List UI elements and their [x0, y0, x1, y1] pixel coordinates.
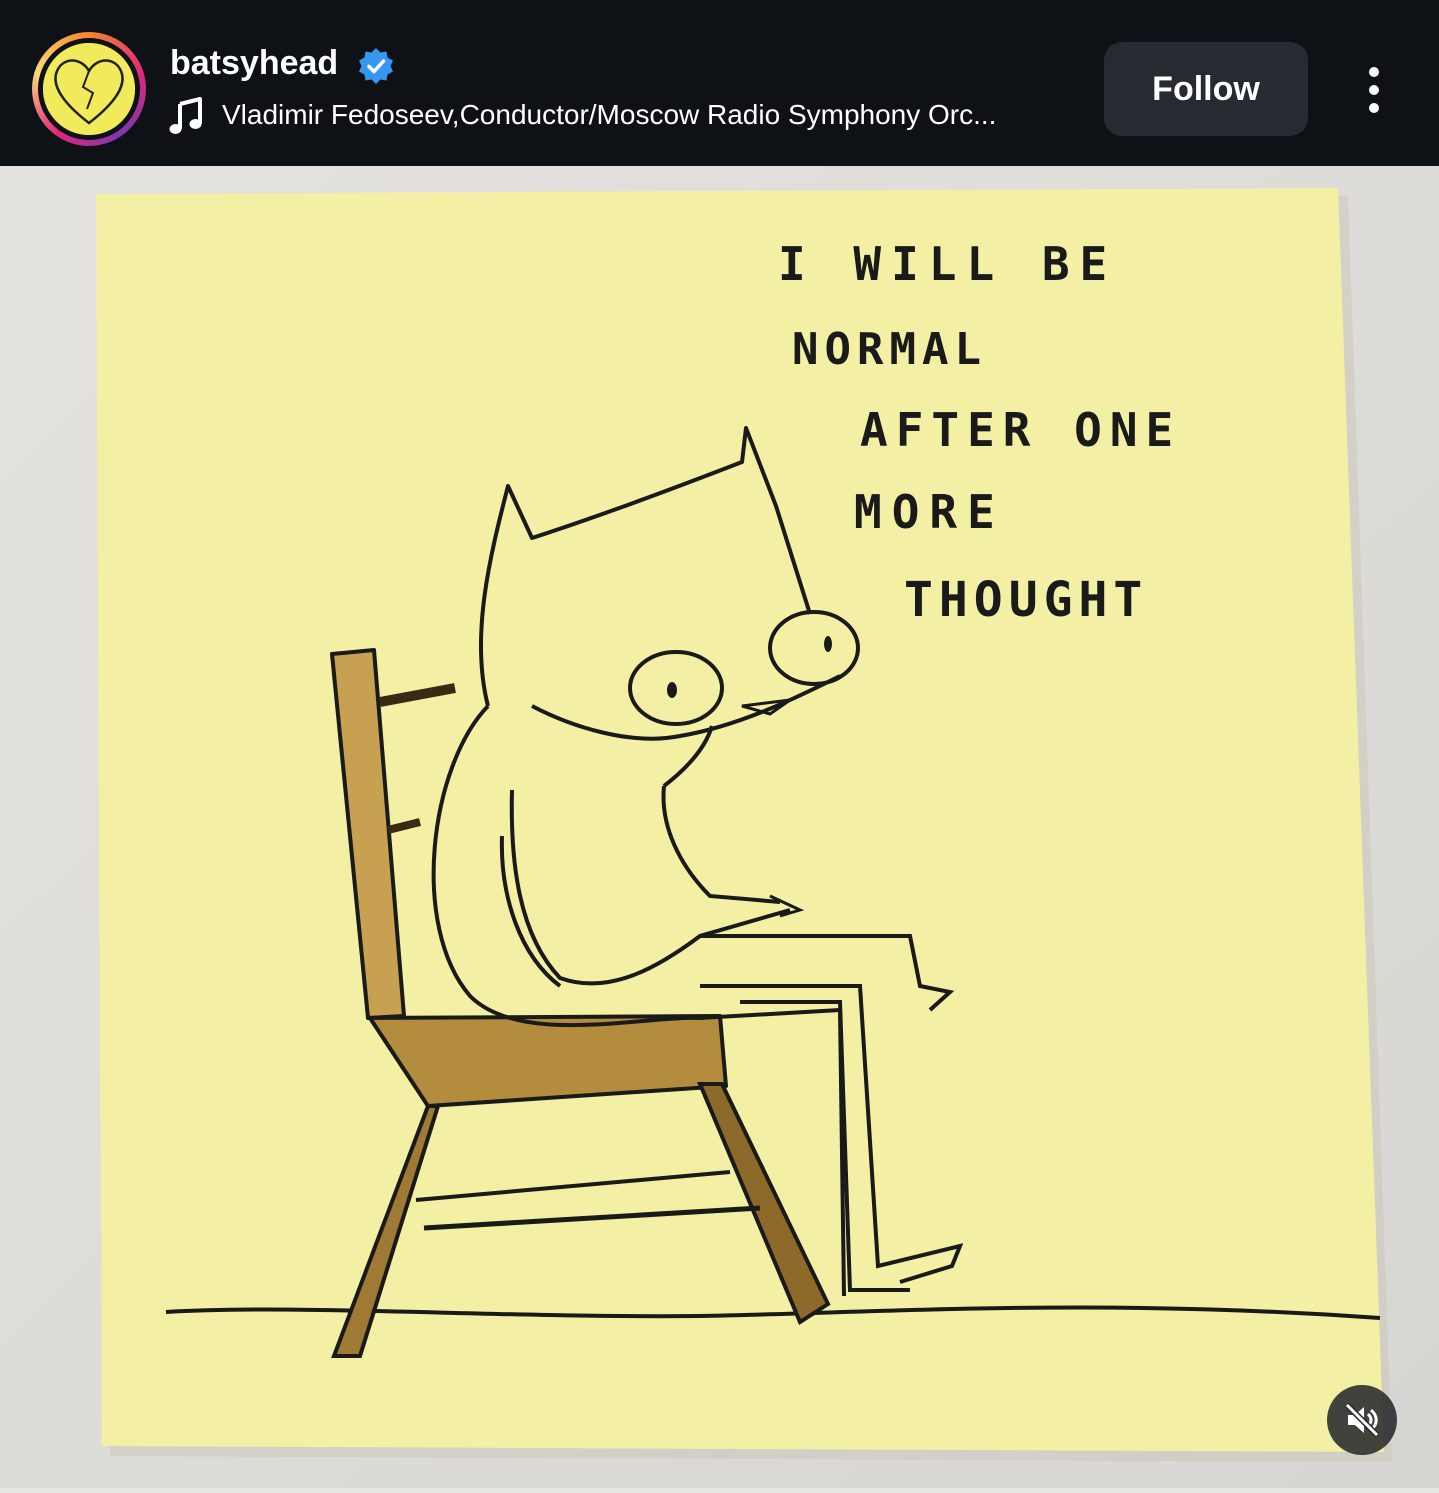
note-text-line-1: I WILL BE: [778, 237, 1117, 291]
follow-button[interactable]: Follow: [1104, 42, 1308, 136]
note-text-line-2: NORMAL: [792, 324, 987, 375]
more-options-icon[interactable]: [1358, 64, 1390, 116]
sticky-note-drawing: I WILL BE NORMAL AFTER ONE MORE THOUGHT: [0, 166, 1439, 1488]
muted-speaker-icon: [1344, 1402, 1380, 1438]
audio-track-link[interactable]: Vladimir Fedoseev,Conductor/Moscow Radio…: [222, 99, 1082, 131]
verified-badge-icon: [359, 48, 393, 84]
note-text-line-4: MORE: [854, 485, 1005, 539]
post-media[interactable]: I WILL BE NORMAL AFTER ONE MORE THOUGHT: [0, 166, 1439, 1488]
note-text-line-5: THOUGHT: [904, 572, 1148, 628]
sticky-note: [96, 188, 1384, 1452]
batsyhead-logo: [43, 43, 135, 135]
avatar[interactable]: [32, 32, 146, 146]
username[interactable]: batsyhead: [170, 44, 338, 83]
note-text-line-3: AFTER ONE: [860, 403, 1181, 457]
post-header: batsyhead Vladimir Fedoseev,Conductor/Mo…: [0, 0, 1439, 166]
avatar-image: [43, 43, 135, 135]
mute-toggle-button[interactable]: [1327, 1385, 1397, 1455]
music-note-icon: [169, 97, 202, 134]
